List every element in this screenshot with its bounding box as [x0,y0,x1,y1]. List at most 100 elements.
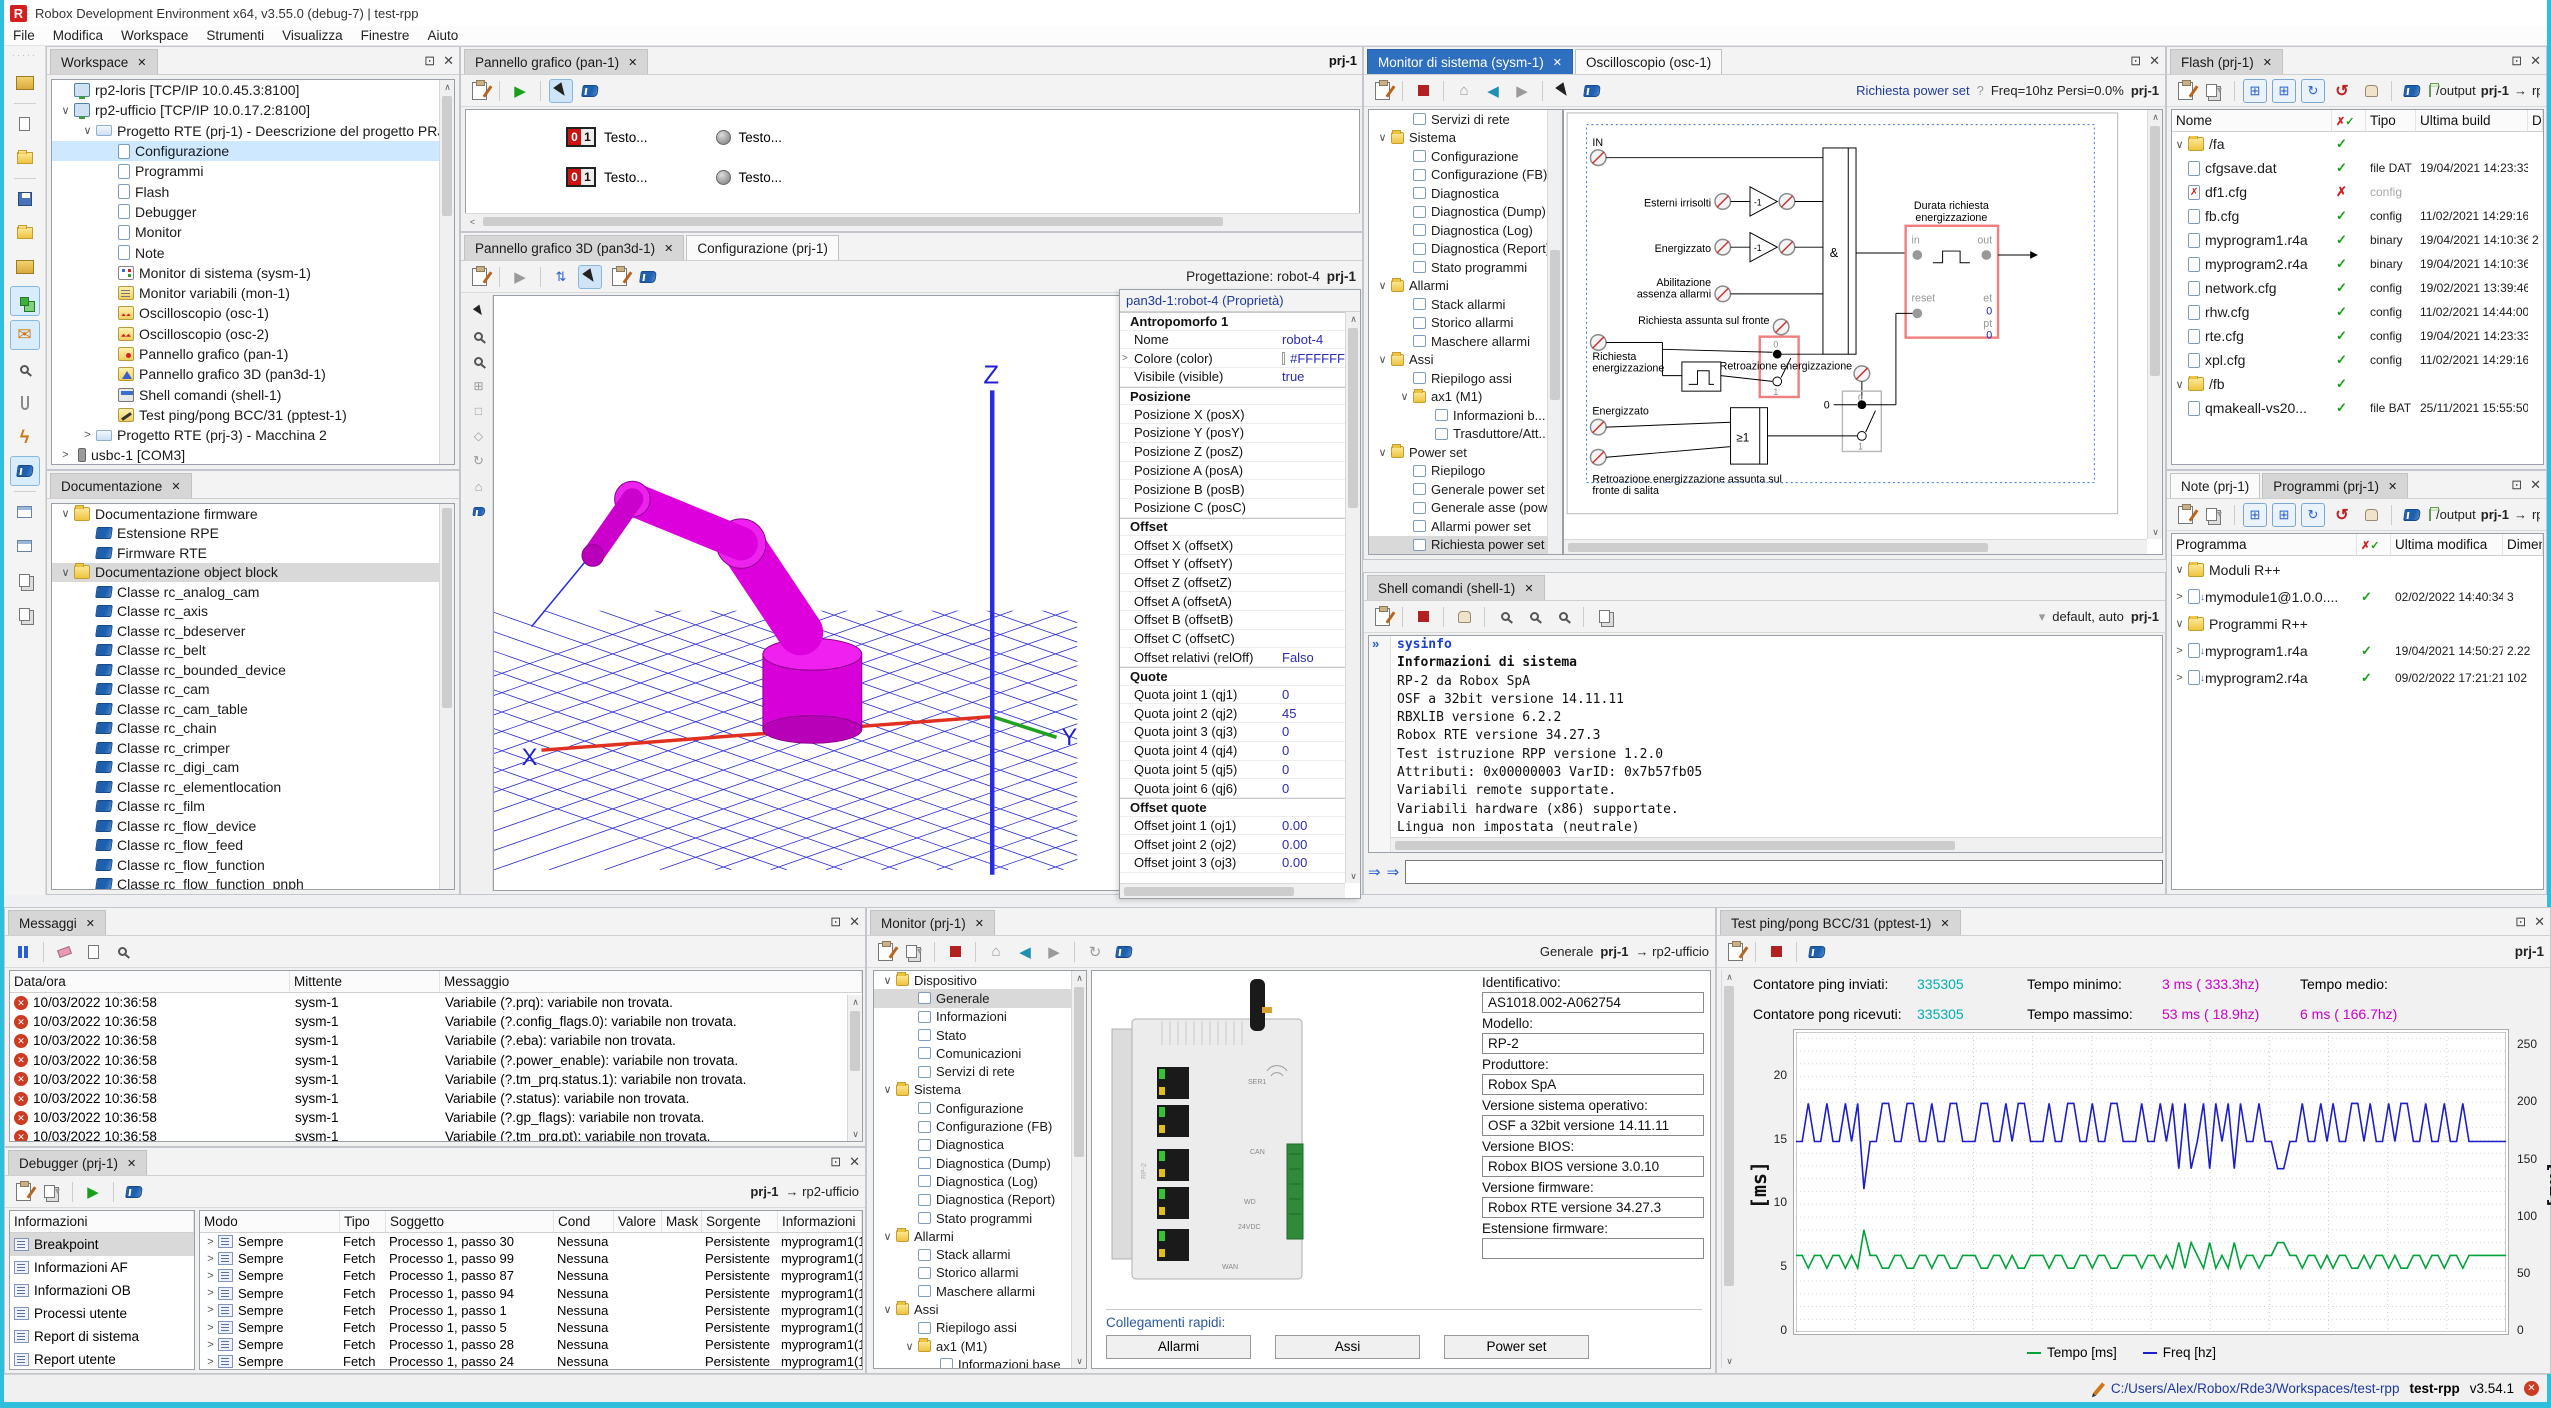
tree-item[interactable]: Diagnostica (Log) [1369,221,1562,240]
flash-row[interactable]: myprogram2.r4a ✓ binary 19/04/2021 14:10… [2172,252,2543,276]
copy-icon[interactable]: ▾ [2202,503,2226,527]
indicator-sphere[interactable] [716,170,731,185]
property-value[interactable]: 0.00 [1282,818,1307,833]
expander-icon[interactable]: ∨ [1375,131,1390,144]
search-icon[interactable] [1493,605,1517,629]
build-all-icon[interactable]: ⊞ [2243,503,2267,527]
tree-item[interactable]: Generale [874,989,1086,1007]
expander-icon[interactable]: > [2172,672,2187,684]
quick-link-button[interactable]: Power set [1444,1335,1589,1359]
expander-icon[interactable]: ∨ [880,1303,895,1316]
menu-item[interactable]: File [4,26,44,46]
tree-item[interactable]: Storico allarmi [1369,314,1562,333]
tree-item[interactable]: Classe rc_cam_table [52,699,454,719]
tree-item[interactable]: Stato programmi [874,1209,1086,1227]
tree-item[interactable]: Classe rc_flow_function [52,855,454,875]
tree-item[interactable]: Stato programmi [1369,258,1562,277]
message-row[interactable]: 10/03/2022 10:36:58 sysm-1 Variabile (?.… [10,1031,862,1050]
shell-command-input[interactable] [1405,860,2163,884]
window-import-icon[interactable] [10,531,40,561]
tree-item[interactable]: ∨ Allarmi [874,1227,1086,1245]
tab-configurazione[interactable]: Configurazione (prj-1) [686,235,839,260]
reload-icon[interactable]: ↺ [2330,503,2354,527]
forward-icon[interactable]: ▶ [1510,79,1534,103]
message-row[interactable]: 10/03/2022 10:36:58 sysm-1 Variabile (?.… [10,1051,862,1070]
run-icon[interactable]: ▶ [508,265,532,289]
property-row[interactable]: Quote [1120,667,1345,686]
build-all-icon[interactable]: ⊞ [2243,79,2267,103]
tree-item[interactable]: Storico allarmi [874,1264,1086,1282]
expander-icon[interactable]: > [203,1304,218,1316]
send-icon[interactable]: ⇒ [1368,863,1381,881]
property-row[interactable]: Offset joint 3 (oj3) 0.00 [1120,854,1345,873]
search-down-icon[interactable] [1551,605,1575,629]
tab-programmi[interactable]: Programmi (prj-1)✕ [2262,473,2408,498]
folder-icon[interactable] [10,218,40,248]
expander-icon[interactable]: ∨ [2172,617,2187,630]
tree-item[interactable]: Classe rc_bdeserver [52,621,454,641]
field-value[interactable]: AS1018.002-A062754 [1482,992,1704,1013]
close-icon[interactable]: ✕ [664,242,673,255]
expander-icon[interactable]: ∨ [1375,446,1390,459]
tree-item[interactable]: Classe rc_flow_device [52,816,454,836]
home-icon[interactable]: ⌂ [984,940,1008,964]
notes-icon[interactable] [467,265,491,289]
tree-item[interactable]: Debugger [52,202,454,222]
close-icon[interactable]: ✕ [628,56,637,69]
tree-item[interactable]: Generale asse (pow... [1369,499,1562,518]
back-icon[interactable]: ◀ [1481,79,1505,103]
close-icon[interactable]: ✕ [849,914,860,930]
property-value[interactable]: 0 [1282,781,1289,796]
field-value[interactable] [1482,1238,1704,1259]
build-icon[interactable]: ⊞ [2272,503,2296,527]
property-value[interactable]: #FFFFFF [1290,351,1345,366]
tree-item[interactable]: Classe rc_chain [52,719,454,739]
property-row[interactable]: Quota joint 2 (qj2) 45 [1120,704,1345,723]
tab-sysm[interactable]: Monitor di sistema (sysm-1)✕ [1367,49,1573,74]
tree-item[interactable]: ∨ ax1 (M1) [1369,388,1562,407]
tab-debugger[interactable]: Debugger (prj-1)✕ [8,1150,147,1175]
property-row[interactable]: Posizione A (posA) [1120,462,1345,481]
menu-item[interactable]: Visualizza [273,26,352,46]
expander-icon[interactable]: ∨ [2172,563,2187,576]
help-book-icon[interactable] [10,456,40,486]
pause-icon[interactable] [11,940,35,964]
expander-icon[interactable]: > [80,429,95,441]
tree-item[interactable]: Stack allarmi [1369,295,1562,314]
refresh-icon[interactable]: ↻ [1083,940,1107,964]
tree-item[interactable]: Diagnostica [874,1136,1086,1154]
property-row[interactable]: Offset Z (offsetZ) [1120,574,1345,593]
pptest-vscrollbar[interactable]: ∧ ∨ [1721,970,1736,1368]
shell-output[interactable]: » sysinfoInformazioni di sistemaRP-2 da … [1368,635,2163,853]
expander-icon[interactable]: ∨ [880,1230,895,1243]
flash-row[interactable]: rhw.cfg ✓ config 11/02/2021 14:44:00 [2172,300,2543,324]
run-icon[interactable]: ▶ [81,1180,105,1204]
property-row[interactable]: Posizione C (posC) [1120,499,1345,518]
tree-item[interactable]: ∨ Documentazione object block [52,563,454,583]
expander-icon[interactable]: > [203,1236,218,1248]
expander-icon[interactable]: ∨ [2172,378,2187,391]
open-folder-icon[interactable] [10,143,40,173]
tree-item[interactable]: Classe rc_bounded_device [52,660,454,680]
debugger-side-item[interactable]: Informazioni OB [10,1279,194,1302]
expander-icon[interactable]: > [203,1356,218,1368]
tree-item[interactable]: Classe rc_cam [52,680,454,700]
tree-item[interactable]: Flash [52,181,454,201]
float-icon[interactable]: ⊡ [2130,53,2141,69]
notes-icon[interactable] [873,940,897,964]
breakpoint-row[interactable]: >Sempre Fetch Processo 1, passo 87 Nessu… [200,1267,862,1284]
expander-icon[interactable]: > [203,1270,218,1282]
expander-icon[interactable]: ∨ [58,104,73,117]
toggle-01-widget[interactable]: 01 [566,167,596,187]
properties-vscrollbar[interactable]: ∧ ∨ [1345,312,1360,883]
tree-item[interactable]: Test ping/pong BCC/31 (pptest-1) [52,405,454,425]
expander-icon[interactable]: > [1122,353,1132,364]
sysm-tree-scrollbar[interactable] [1547,110,1562,554]
flash-row[interactable]: network.cfg ✓ config 19/02/2021 13:39:46 [2172,276,2543,300]
tree-item[interactable]: Servizi di rete [1369,110,1562,129]
hand-icon[interactable] [2359,503,2383,527]
tree-item[interactable]: Classe rc_elementlocation [52,777,454,797]
expander-icon[interactable]: ∨ [1375,279,1390,292]
auto-sync-icon[interactable]: ↻ [2301,503,2325,527]
message-row[interactable]: 10/03/2022 10:36:58 sysm-1 Variabile (?.… [10,993,862,1012]
